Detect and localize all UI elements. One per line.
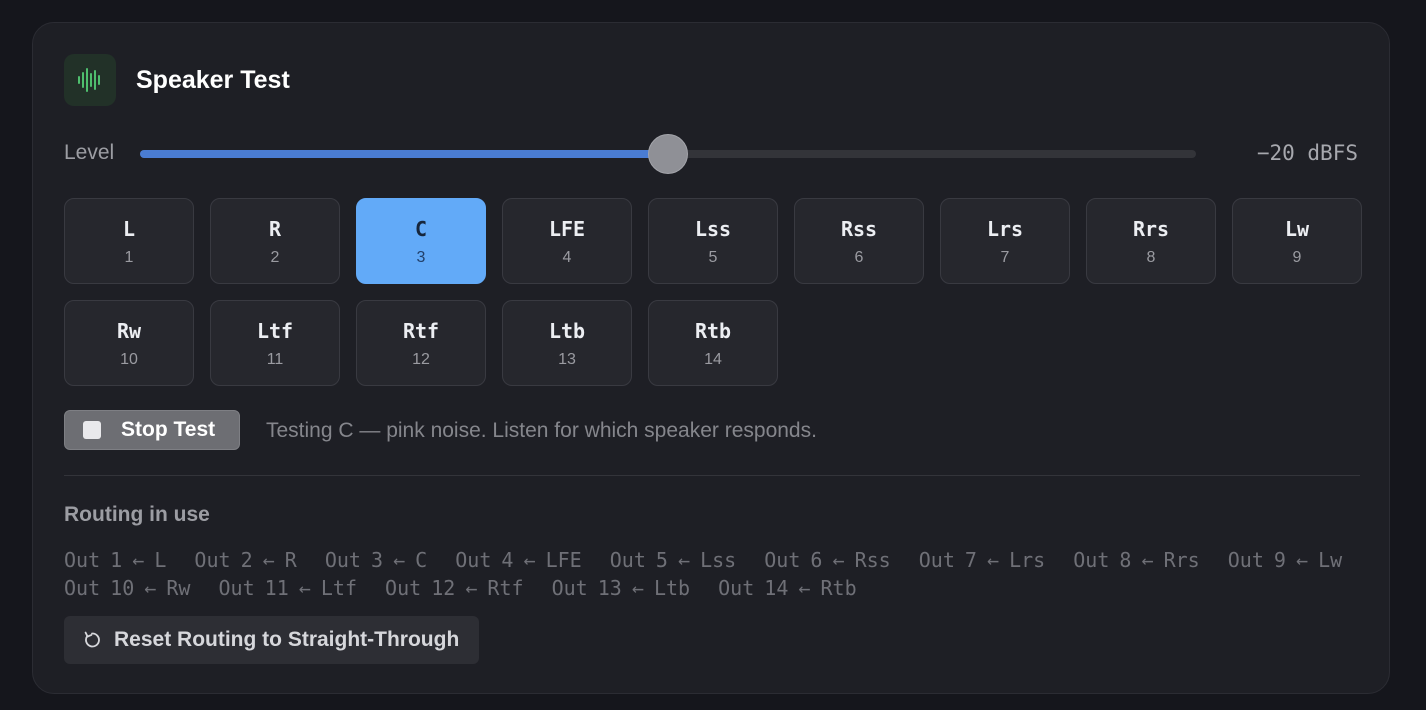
channel-number: 1 <box>124 249 134 266</box>
channel-button-lw[interactable]: Lw 9 <box>1232 198 1362 284</box>
channel-name: L <box>122 217 136 241</box>
channel-number: 11 <box>266 351 284 368</box>
divider <box>64 475 1360 476</box>
channel-button-rss[interactable]: Rss 6 <box>794 198 924 284</box>
channel-button-rrs[interactable]: Rrs 8 <box>1086 198 1216 284</box>
channel-button-c[interactable]: C3 <box>356 198 486 284</box>
channel-button-rtb[interactable]: Rtb 14 <box>648 300 778 386</box>
channel-button-r[interactable]: R2 <box>210 198 340 284</box>
routing-entry: Out 2 ← R <box>194 548 297 572</box>
channel-name: R <box>268 217 282 241</box>
channel-name: Lw <box>1284 217 1310 241</box>
channel-number: 10 <box>120 351 138 368</box>
panel-header: Speaker Test <box>64 54 290 106</box>
channel-name: Rtb <box>694 319 732 343</box>
level-slider[interactable] <box>140 134 1196 174</box>
routing-list: Out 1 ← L Out 2 ← R Out 3 ← C Out 4 ← LF… <box>64 546 1364 602</box>
channel-name: Ltf <box>256 319 294 343</box>
routing-title: Routing in use <box>64 503 210 526</box>
channel-button-lfe[interactable]: LFE 4 <box>502 198 632 284</box>
routing-entry: Out 12 ← Rtf <box>385 576 524 600</box>
level-value: −20 dBFS <box>1256 141 1358 165</box>
routing-entry: Out 11 ← Ltf <box>218 576 358 600</box>
channel-name: LFE <box>548 217 586 241</box>
channel-name: Ltb <box>548 319 586 343</box>
page-title: Speaker Test <box>136 65 290 94</box>
channel-name: Lss <box>694 217 732 241</box>
stop-icon <box>83 421 101 439</box>
channel-number: 14 <box>704 351 722 368</box>
channel-button-l[interactable]: L1 <box>64 198 194 284</box>
channel-name: C <box>414 217 428 241</box>
channel-button-rtf[interactable]: Rtf 12 <box>356 300 486 386</box>
channel-button-ltb[interactable]: Ltb 13 <box>502 300 632 386</box>
routing-entry: Out 10 ← Rw <box>64 576 191 600</box>
channel-number: 13 <box>558 351 576 368</box>
routing-entry: Out 3 ← C <box>324 548 428 572</box>
routing-entry: Out 6 ← Rss <box>764 548 891 572</box>
channel-number: 4 <box>562 249 572 266</box>
channel-number: 6 <box>854 249 864 266</box>
channel-button-ltf[interactable]: Ltf 11 <box>210 300 340 386</box>
slider-thumb[interactable] <box>648 134 688 174</box>
routing-entry: Out 9 ← Lw <box>1227 548 1343 572</box>
reset-routing-button[interactable]: Reset Routing to Straight-Through <box>64 616 480 664</box>
routing-entry: Out 5 ← Lss <box>609 548 737 572</box>
stop-test-label: Stop Test <box>121 418 216 441</box>
channel-name: Rtf <box>402 319 440 343</box>
channel-number: 3 <box>416 249 426 266</box>
channel-name: Rrs <box>1132 217 1170 241</box>
channel-number: 9 <box>1292 249 1302 266</box>
channel-button-lss[interactable]: Lss 5 <box>648 198 778 284</box>
speaker-test-panel: Speaker Test Level −20 dBFS L 1 R 2 C 3 LFE 4 Ls… <box>32 22 1390 694</box>
slider-fill <box>140 150 668 158</box>
channel-name: Lrs <box>986 217 1024 241</box>
channel-number: 12 <box>412 351 430 368</box>
routing-entry: Out 13 ← Ltb <box>551 576 691 600</box>
channel-number: 2 <box>270 249 280 266</box>
channel-number: 7 <box>1000 249 1010 266</box>
waveform-icon <box>64 54 116 106</box>
channel-number: 8 <box>1146 249 1156 266</box>
routing-entry: Out 14 ← Rtb <box>718 576 857 600</box>
routing-entry: Out 8 ← Rrs <box>1073 548 1200 572</box>
test-status: Testing C — pink noise. Listen for which… <box>266 419 817 442</box>
routing-entry: Out 1 ← L <box>64 548 167 572</box>
stop-test-button[interactable]: Stop Test <box>64 410 240 450</box>
channel-name: Rss <box>840 217 878 241</box>
reset-routing-label: Reset Routing to Straight-Through <box>114 628 460 651</box>
reset-icon <box>82 630 102 650</box>
level-label: Level <box>64 141 115 164</box>
routing-entry: Out 4 ← LFE <box>455 548 582 572</box>
routing-entry: Out 7 ← Lrs <box>918 548 1046 572</box>
channel-button-rw[interactable]: Rw 10 <box>64 300 194 386</box>
channel-number: 5 <box>708 249 718 266</box>
channel-name: Rw <box>116 319 142 343</box>
channel-button-lrs[interactable]: Lrs 7 <box>940 198 1070 284</box>
